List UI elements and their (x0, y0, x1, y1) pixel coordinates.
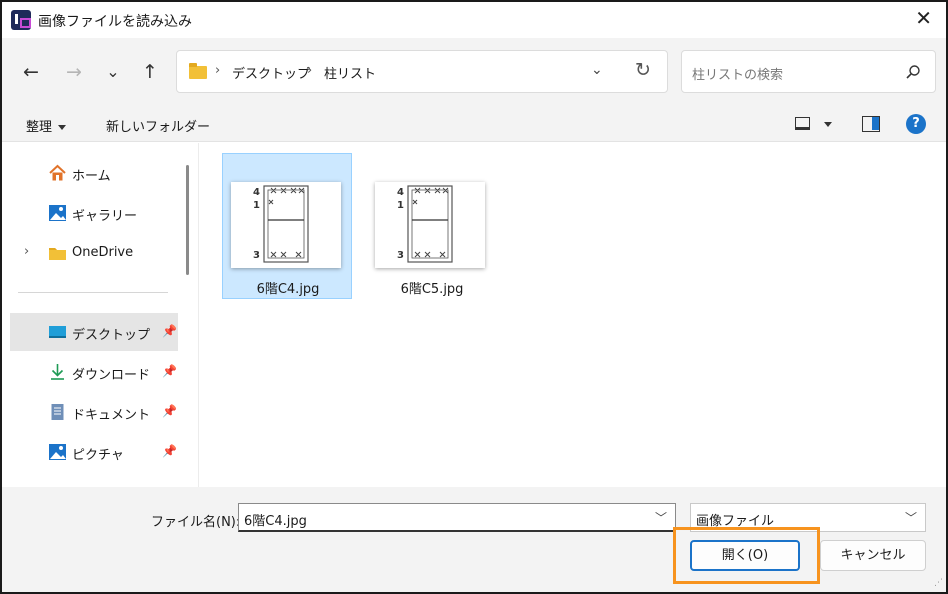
sidebar-item-gallery[interactable]: ギャラリー (10, 194, 178, 232)
sidebar-item-home[interactable]: ホーム (10, 154, 178, 192)
sidebar-item-label: ドキュメント (72, 408, 151, 423)
gallery-icon (49, 205, 66, 221)
navigation-pane: ホーム ギャラリー › OneDrive デスクトップ 📌 ダウンロード 📌 ド… (2, 143, 180, 487)
search-icon (906, 65, 920, 79)
recent-locations-chevron-icon[interactable]: ⌄ (101, 60, 125, 84)
title-bar: 画像ファイルを読み込み ✕ (2, 2, 946, 38)
sidebar-item-label: デスクトップ (72, 328, 151, 343)
sidebar-item-pictures[interactable]: ピクチャ 📌 (10, 433, 178, 471)
up-arrow-icon[interactable]: ↑ (138, 60, 162, 84)
address-history-chevron-icon[interactable]: ⌄ (591, 62, 603, 78)
sidebar-item-partial[interactable] (10, 473, 178, 487)
preview-pane-icon[interactable] (862, 116, 880, 132)
search-placeholder: 柱リストの検索 (692, 68, 784, 83)
help-icon[interactable]: ? (906, 114, 926, 134)
pin-icon[interactable]: 📌 (162, 444, 177, 458)
caret-down-icon (58, 125, 67, 130)
filename-label: ファイル名(N): (151, 515, 241, 530)
file-open-dialog: 画像ファイルを読み込み ✕ ← → ⌄ ↑ › デスクトップ › 柱リスト ⌄ … (0, 0, 948, 594)
folder-icon (49, 248, 66, 260)
view-mode-icon[interactable] (795, 117, 810, 130)
pin-icon[interactable]: 📌 (162, 364, 177, 378)
chevron-down-icon[interactable]: ﹀ (905, 509, 917, 526)
navigation-bar: ← → ⌄ ↑ › デスクトップ › 柱リスト ⌄ ↻ 柱リストの検索 (2, 38, 946, 106)
cancel-button[interactable]: キャンセル (820, 540, 926, 571)
sidebar-item-onedrive[interactable]: › OneDrive (10, 234, 178, 272)
home-icon (49, 164, 66, 181)
resize-grip-icon[interactable]: ⋰ (934, 578, 943, 588)
file-list: 4 1 3 6階C4.jpg 4 1 3 6階C5.jpg (199, 143, 946, 487)
breadcrumb-separator: › (307, 63, 313, 78)
refresh-icon[interactable]: ↻ (635, 59, 651, 81)
view-options-caret-icon[interactable] (824, 122, 832, 127)
sidebar-scrollbar[interactable] (186, 165, 189, 275)
pin-icon[interactable]: 📌 (162, 404, 177, 418)
picture-icon (49, 444, 66, 460)
document-icon (51, 404, 64, 420)
sidebar-item-desktop[interactable]: デスクトップ 📌 (10, 313, 178, 351)
command-bar: 整理 新しいフォルダー ? (2, 106, 946, 142)
desktop-icon (49, 326, 66, 338)
sidebar-divider (18, 292, 168, 293)
svg-text:3: 3 (253, 250, 260, 261)
svg-text:1: 1 (253, 200, 260, 211)
sidebar-item-documents[interactable]: ドキュメント 📌 (10, 393, 178, 431)
sidebar-item-label: ホーム (72, 169, 111, 184)
close-icon[interactable]: ✕ (915, 8, 932, 28)
filename-input[interactable]: 6階C4.jpg ﹀ (238, 503, 676, 532)
sidebar-item-label: ピクチャ (72, 448, 124, 463)
organize-menu[interactable]: 整理 (26, 116, 67, 135)
download-icon (51, 364, 64, 380)
expand-chevron-icon[interactable]: › (24, 244, 29, 259)
svg-text:4: 4 (397, 187, 404, 198)
file-name-label: 6階C5.jpg (400, 282, 464, 297)
svg-text:3: 3 (397, 250, 404, 261)
image-thumbnail: 4 1 3 (375, 182, 485, 268)
file-name-label: 6階C4.jpg (256, 282, 320, 297)
breadcrumb-separator: › (215, 63, 221, 78)
svg-text:4: 4 (253, 187, 260, 198)
back-arrow-icon[interactable]: ← (19, 60, 43, 84)
window-title: 画像ファイルを読み込み (38, 14, 192, 30)
chevron-down-icon[interactable]: ﹀ (655, 509, 667, 526)
address-bar[interactable]: › デスクトップ › 柱リスト ⌄ ↻ (176, 50, 668, 93)
file-item[interactable]: 4 1 3 6階C5.jpg (366, 153, 496, 299)
sidebar-item-label: ギャラリー (72, 209, 138, 224)
app-icon (11, 10, 31, 30)
sidebar-item-label: OneDrive (72, 245, 134, 260)
svg-text:1: 1 (397, 200, 404, 211)
forward-arrow-icon[interactable]: → (62, 60, 86, 84)
open-button[interactable]: 開く(O) (690, 540, 800, 571)
image-thumbnail: 4 1 3 (231, 182, 341, 268)
sidebar-item-downloads[interactable]: ダウンロード 📌 (10, 353, 178, 391)
organize-label: 整理 (26, 120, 53, 135)
search-input[interactable]: 柱リストの検索 (681, 50, 936, 93)
sidebar-item-label: ダウンロード (72, 368, 151, 383)
folder-icon (189, 63, 207, 79)
new-folder-button[interactable]: 新しいフォルダー (106, 116, 210, 135)
filename-value: 6階C4.jpg (244, 514, 307, 529)
file-item-selected[interactable]: 4 1 3 6階C4.jpg (222, 153, 352, 299)
breadcrumb-column-list[interactable]: 柱リスト (324, 63, 376, 82)
dialog-footer: ファイル名(N): 6階C4.jpg ﹀ 画像ファイル ﹀ 開く(O) キャンセ… (2, 487, 946, 592)
breadcrumb-desktop[interactable]: デスクトップ (232, 63, 310, 82)
pin-icon[interactable]: 📌 (162, 324, 177, 338)
